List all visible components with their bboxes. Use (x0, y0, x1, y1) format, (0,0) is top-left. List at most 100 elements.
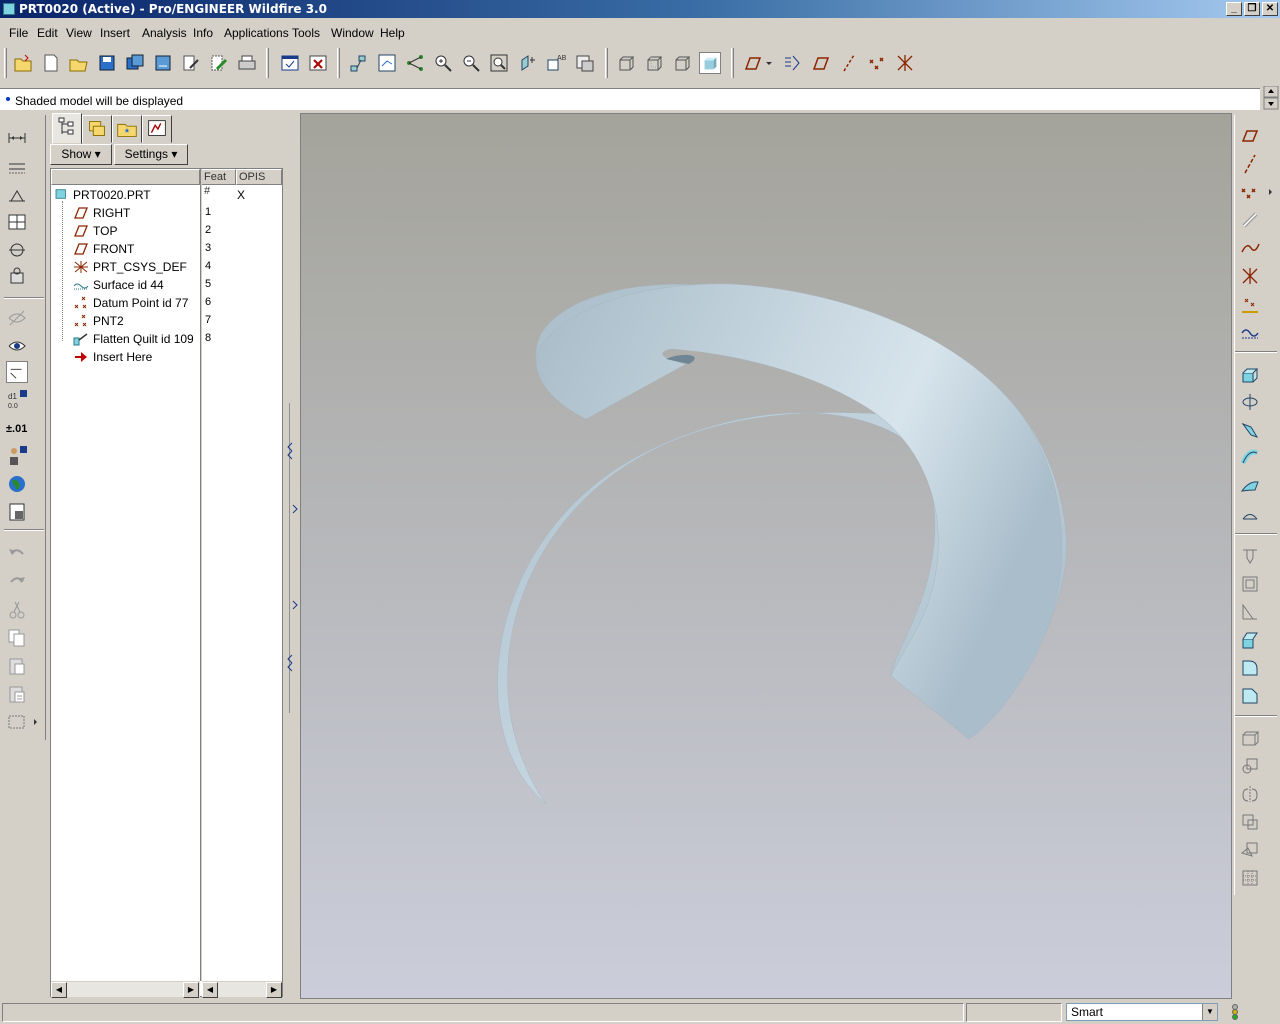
no-hidden-icon[interactable] (671, 52, 693, 74)
redo-icon[interactable] (6, 571, 28, 593)
menu-edit[interactable]: Edit (37, 26, 58, 40)
revolve-tool-icon[interactable] (1239, 391, 1261, 413)
datum-axis-tool-icon[interactable] (1239, 153, 1261, 175)
tab-layers[interactable] (82, 115, 112, 143)
expand-right-icon[interactable] (292, 503, 298, 515)
copy-icon[interactable] (6, 627, 28, 649)
tree-column-header[interactable] (51, 169, 200, 185)
point-display-icon[interactable] (866, 52, 888, 74)
round-tool-icon[interactable] (1239, 657, 1261, 679)
window-close-icon[interactable] (307, 52, 329, 74)
plane-display-icon[interactable] (810, 52, 832, 74)
axis-display-icon[interactable] (838, 52, 860, 74)
tree-item-csys[interactable]: PRT_CSYS_DEF 4 (51, 258, 282, 276)
globe-icon[interactable] (6, 473, 28, 495)
settings-button[interactable]: Settings ▾ (114, 144, 188, 165)
menu-view[interactable]: View (66, 26, 92, 40)
rename-icon[interactable] (180, 52, 202, 74)
close-button[interactable]: ✕ (1262, 2, 1278, 16)
sketch-curve-tool-icon[interactable] (1239, 321, 1261, 343)
dimension-values-icon[interactable]: d1 0.0 (6, 389, 28, 411)
new-folder-icon[interactable] (12, 52, 34, 74)
tab-connections[interactable] (142, 115, 172, 143)
paste-icon[interactable] (6, 655, 28, 677)
menu-tools[interactable]: Tools (292, 26, 320, 40)
notebook-icon[interactable] (6, 501, 28, 523)
menu-file[interactable]: File (9, 26, 28, 40)
ref-dimension-icon[interactable] (6, 155, 28, 177)
tree-item-part[interactable]: PRT0020.PRT X (51, 186, 282, 204)
datum-plane-tool-icon[interactable] (1239, 125, 1261, 147)
geometric-tolerance-icon[interactable] (6, 183, 28, 205)
annotation-toggle-icon[interactable] (6, 361, 28, 383)
save-icon[interactable] (96, 52, 118, 74)
minimize-button[interactable]: _ (1226, 2, 1242, 16)
hole-tool-icon[interactable] (1239, 545, 1261, 567)
style-tool-icon[interactable] (1239, 503, 1261, 525)
show-icon[interactable] (6, 335, 28, 357)
edit-definition-icon[interactable] (376, 52, 398, 74)
open-file-icon[interactable] (68, 52, 90, 74)
menu-window[interactable]: Window (331, 26, 374, 40)
csys-tool-icon[interactable] (1239, 265, 1261, 287)
columns-hscrollbar[interactable]: ◀ ▶ (202, 981, 282, 998)
tab-model-tree[interactable] (52, 113, 82, 144)
boundary-blend-tool-icon[interactable] (1239, 475, 1261, 497)
note-table-icon[interactable] (6, 211, 28, 233)
menu-info[interactable]: Info (193, 26, 213, 40)
grid-tool-icon[interactable] (1239, 867, 1261, 889)
regenerate-icon[interactable] (347, 52, 369, 74)
scroll-right-icon[interactable]: ▶ (266, 982, 282, 998)
tree-item-top[interactable]: TOP 2 (51, 222, 282, 240)
zoom-in-icon[interactable] (432, 52, 454, 74)
cut-icon[interactable] (6, 599, 28, 621)
new-file-icon[interactable] (40, 52, 62, 74)
shading-icon[interactable] (699, 52, 721, 74)
message-scroller[interactable] (1263, 85, 1279, 110)
draft-tool-icon[interactable] (1239, 629, 1261, 651)
backup-icon[interactable] (152, 52, 174, 74)
scroll-right-icon[interactable]: ▶ (183, 982, 199, 998)
datum-plane-display-icon[interactable] (741, 52, 763, 74)
edit-pencil-icon[interactable] (208, 52, 230, 74)
shell-tool-icon[interactable] (1239, 573, 1261, 595)
chevron-down-icon[interactable]: ▼ (1202, 1004, 1217, 1020)
refit-icon[interactable] (488, 52, 510, 74)
selection-filter-select[interactable]: Smart ▼ (1066, 1003, 1218, 1021)
selection-box-icon[interactable] (6, 711, 28, 733)
feat-number-column[interactable]: Feat # (201, 169, 236, 197)
reorient-icon[interactable] (516, 52, 538, 74)
datum-point-tool-icon[interactable] (1239, 181, 1261, 203)
menu-help[interactable]: Help (380, 26, 405, 40)
tolerance-icon[interactable]: ±.01 (6, 417, 32, 439)
save-copy-icon[interactable] (124, 52, 146, 74)
menu-applications[interactable]: Applications (224, 26, 289, 40)
wireframe-icon[interactable] (615, 52, 637, 74)
paste-special-icon[interactable] (6, 683, 28, 705)
tree-item-flatten-quilt[interactable]: Flatten Quilt id 109 8 (51, 330, 282, 348)
chamfer-tool-icon[interactable] (1239, 685, 1261, 707)
saved-views-icon[interactable]: AB (545, 52, 567, 74)
surface-finish-icon[interactable] (6, 239, 28, 261)
print-icon[interactable] (236, 52, 258, 74)
menu-analysis[interactable]: Analysis (142, 26, 187, 40)
pattern-tool-icon[interactable] (1239, 727, 1261, 749)
merge-tool-icon[interactable] (1239, 811, 1261, 833)
chevron-down-icon[interactable] (764, 52, 774, 74)
model-tree-icon[interactable] (404, 52, 426, 74)
tab-folder-browser[interactable] (112, 115, 142, 143)
blend-tool-icon[interactable] (1239, 447, 1261, 469)
hidden-line-icon[interactable] (643, 52, 665, 74)
tree-item-insert-here[interactable]: Insert Here (51, 348, 282, 366)
datum-display-filter-icon[interactable] (781, 52, 803, 74)
zoom-out-icon[interactable] (460, 52, 482, 74)
collapse-left-icon[interactable] (286, 653, 296, 673)
tree-item-right[interactable]: RIGHT 1 (51, 204, 282, 222)
restore-button[interactable]: ❐ (1244, 2, 1260, 16)
analysis-tool-icon[interactable] (1239, 293, 1261, 315)
trim-tool-icon[interactable] (1239, 839, 1261, 861)
panel-sash[interactable] (286, 113, 298, 1001)
sweep-tool-icon[interactable] (1239, 419, 1261, 441)
rib-tool-icon[interactable] (1239, 601, 1261, 623)
layers-icon[interactable] (574, 52, 596, 74)
